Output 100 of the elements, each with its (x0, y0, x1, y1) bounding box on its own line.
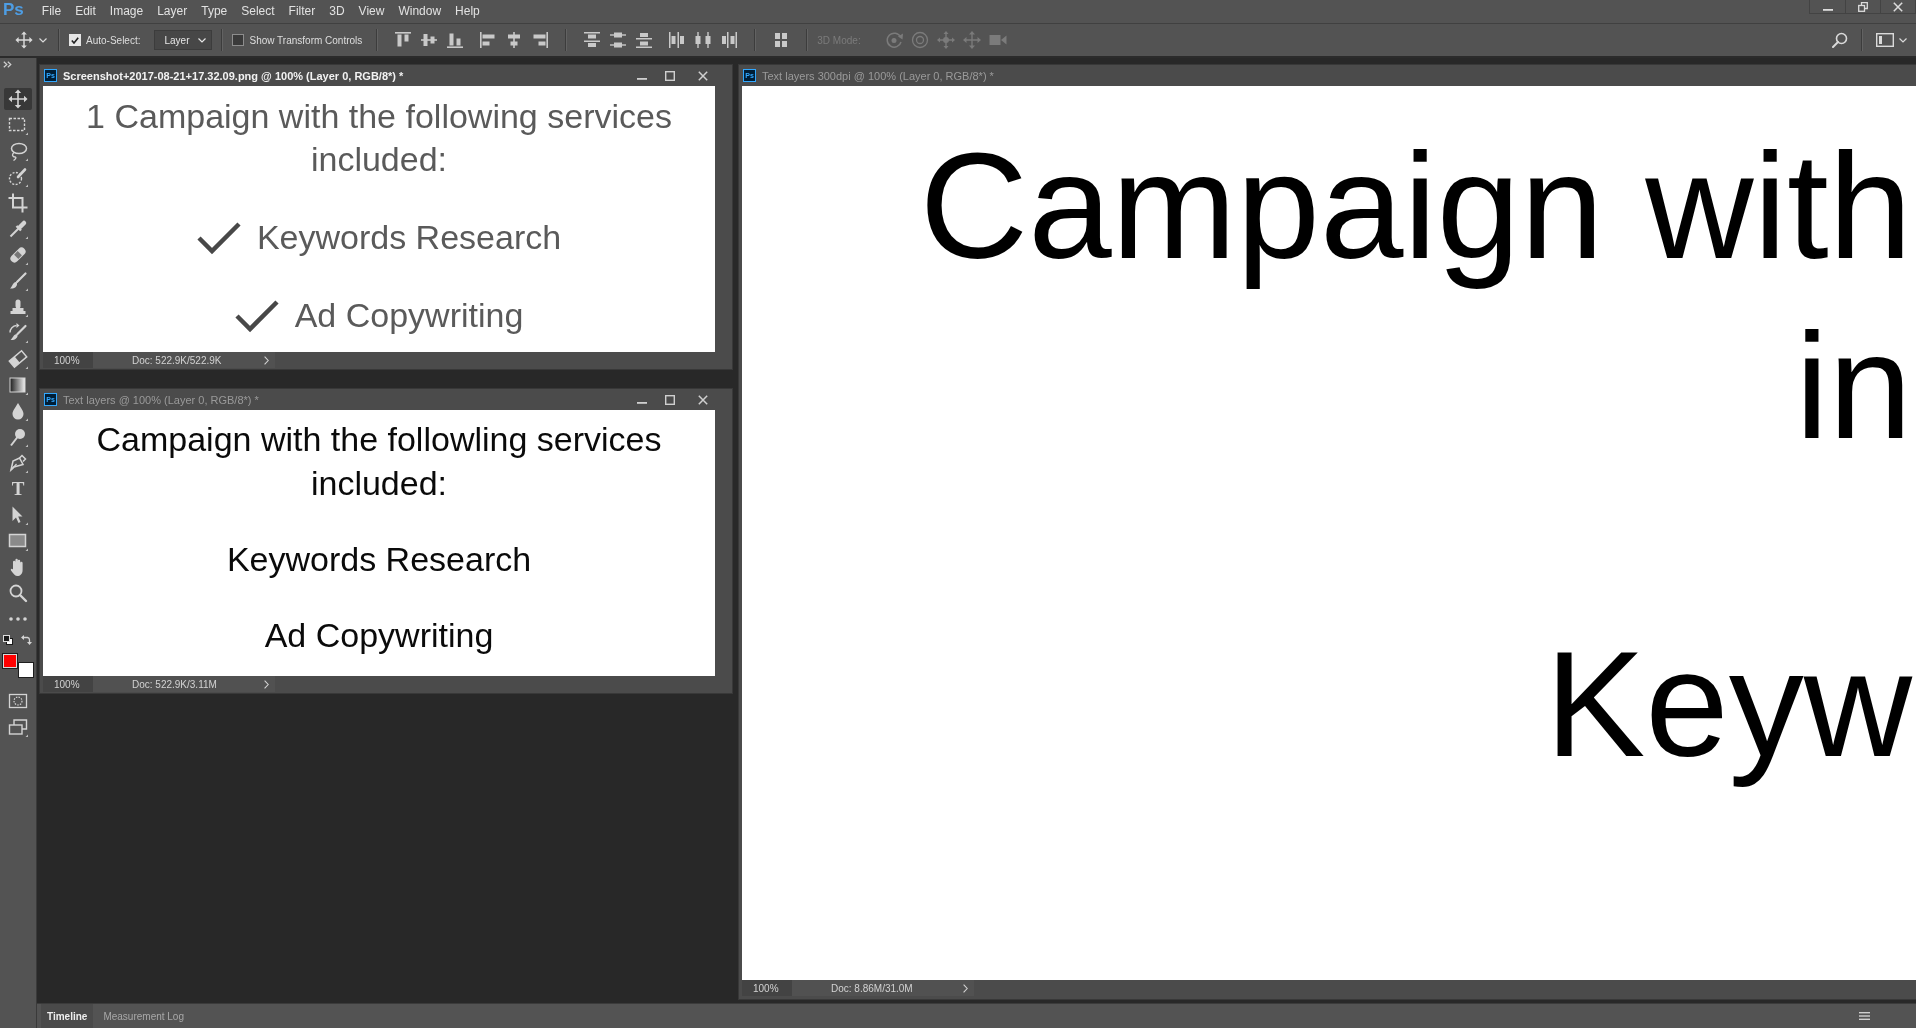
menu-item[interactable]: Type (194, 1, 235, 21)
large-text: in (1795, 301, 1912, 472)
large-text: Keyw (1545, 619, 1912, 790)
align-button[interactable] (669, 32, 686, 48)
crop-icon (8, 193, 28, 213)
background-color-swatch[interactable] (18, 662, 34, 678)
align-button[interactable] (584, 32, 601, 48)
maximize-icon (665, 70, 675, 81)
document-title[interactable]: Text layers @ 100% (Layer 0, RGB/8*) * (63, 393, 259, 406)
foreground-color-swatch[interactable] (2, 653, 18, 669)
distribute-bottom-icon (636, 32, 653, 48)
chevron-right-icon (264, 355, 269, 365)
auto-align-icon (773, 32, 790, 48)
slide-arrows-icon (962, 31, 981, 49)
caret-down-icon (39, 37, 47, 43)
align-bottom-icon (447, 32, 464, 48)
align-button[interactable] (532, 32, 549, 48)
menu-item[interactable]: 3D (322, 1, 352, 21)
minimize-icon (637, 78, 647, 80)
auto-select-label: Auto-Select: (86, 34, 141, 46)
ellipsis-icon (9, 617, 27, 621)
restore-icon (1858, 1, 1868, 12)
workspace-panel-icon (1876, 33, 1894, 47)
menu-item[interactable]: Layer (150, 1, 195, 21)
menu-item[interactable]: Filter (281, 1, 323, 21)
align-button[interactable] (447, 32, 464, 48)
brush-icon (8, 271, 28, 291)
align-button[interactable] (636, 32, 653, 48)
checkbox[interactable] (232, 34, 245, 46)
align-button[interactable] (480, 32, 497, 48)
align-button[interactable] (506, 32, 523, 48)
dashed-rectangle-icon (8, 115, 28, 135)
zoom-field[interactable]: 100% (742, 980, 792, 996)
panel-tab[interactable]: Timeline (41, 1004, 94, 1028)
document-title[interactable]: Screenshot+2017-08-21+17.32.09.png @ 100% (Layer 0, RGB/8*) * (63, 69, 404, 82)
app-logo: Ps (3, 0, 24, 20)
orbit-arrow-icon (884, 31, 903, 49)
menu-item[interactable]: Edit (68, 1, 103, 21)
distribute-center-icon (695, 32, 712, 48)
workspace-button[interactable] (1873, 33, 1910, 47)
distribute-middle-icon (610, 32, 627, 48)
maximize-icon (665, 394, 675, 405)
menu-item[interactable]: Window (391, 1, 449, 21)
minimize-icon (637, 402, 647, 404)
align-button[interactable] (773, 32, 790, 48)
stamp-icon (8, 297, 28, 317)
document-size-text: Doc: 8.86M/31.0M (831, 982, 913, 994)
move-arrows-icon (8, 89, 28, 109)
magnifier-icon (8, 583, 28, 603)
eraser-icon (8, 349, 28, 369)
menu-item[interactable]: Image (102, 1, 151, 21)
align-button[interactable] (610, 32, 627, 48)
text-line: Keywords Research (226, 539, 532, 580)
caret-down-icon (1899, 37, 1907, 43)
large-text: Campaign with (919, 121, 1912, 292)
align-button[interactable] (421, 32, 438, 48)
align-right-icon (532, 32, 549, 48)
document-title[interactable]: Text layers 300dpi @ 100% (Layer 0, RGB/8*) * (762, 69, 994, 82)
close-icon (698, 70, 708, 81)
zoom-field[interactable]: 100% (43, 676, 93, 692)
target-dropdown[interactable]: Layer (154, 30, 213, 50)
distribute-right-icon (721, 32, 738, 48)
menu-item[interactable]: Help (448, 1, 487, 21)
tool-button[interactable] (4, 88, 32, 110)
eyedropper-icon (8, 219, 28, 239)
align-button[interactable] (695, 32, 712, 48)
quick-selection-icon (8, 167, 28, 187)
double-chevron-icon (3, 61, 12, 68)
heading-text: 1 Campaign with the following services included: (85, 96, 673, 180)
status-menu-button[interactable] (264, 679, 269, 689)
panel-tab[interactable]: Measurement Log (97, 1004, 190, 1028)
list-item-text: Ad Copywriting (294, 296, 524, 335)
menu-item[interactable]: File (34, 1, 69, 21)
pen-nib-icon (8, 453, 28, 473)
menu-item[interactable]: Select (234, 1, 282, 21)
align-middle-icon (421, 32, 438, 48)
distribute-left-icon (669, 32, 686, 48)
chevron-right-icon (963, 983, 968, 993)
status-menu-button[interactable] (264, 355, 269, 365)
document-size-text: Doc: 522.9K/522.9K (132, 354, 222, 366)
tool-button[interactable]: T (4, 478, 32, 500)
screen-mode-icon (8, 717, 28, 737)
align-top-icon (395, 32, 412, 48)
status-menu-button[interactable] (963, 983, 968, 993)
check-icon (71, 36, 79, 44)
tool-preset-button[interactable] (13, 31, 49, 49)
search-icon (1832, 32, 1848, 48)
align-button[interactable] (395, 32, 412, 48)
text-line: Ad Copywriting (264, 615, 494, 656)
quick-mask-icon (8, 691, 28, 711)
close-icon (698, 394, 708, 405)
minimize-icon (1822, 8, 1833, 11)
default-colors-icon (3, 635, 13, 645)
close-icon (1893, 1, 1903, 12)
menu-item[interactable]: View (351, 1, 392, 21)
align-center-icon (506, 32, 523, 48)
align-button[interactable] (721, 32, 738, 48)
list-item-text: Keywords Research (256, 218, 562, 257)
history-brush-icon (8, 323, 28, 343)
zoom-field[interactable]: 100% (43, 352, 93, 368)
